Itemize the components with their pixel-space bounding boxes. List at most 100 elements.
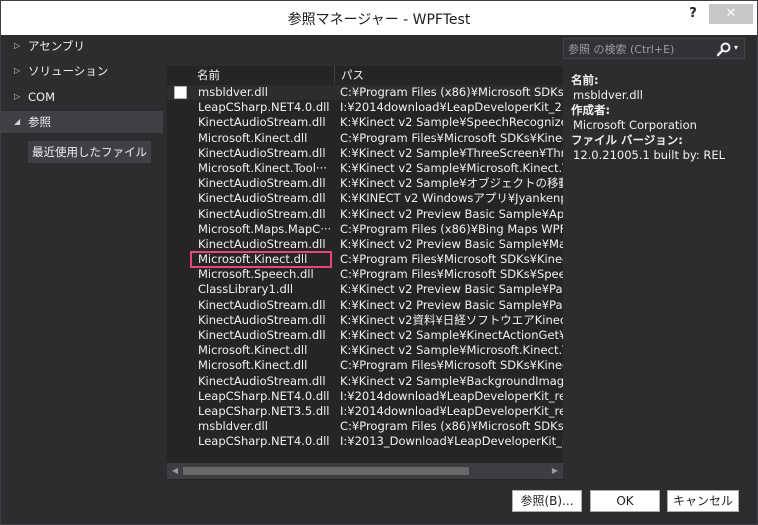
row-name: ClassLibrary1.dll — [198, 282, 294, 297]
column-header-name[interactable]: 名前 — [167, 66, 334, 84]
ok-button[interactable]: OK — [590, 490, 660, 512]
scroll-left-arrow-icon[interactable]: ◀ — [169, 465, 181, 477]
list-row[interactable]: KinectAudioStream.dll K:¥Kinect v2 Sample… — [167, 115, 563, 130]
row-path: C:¥Program Files¥Microsoft SDKs¥Speec — [340, 267, 563, 282]
row-path: K:¥Kinect v2 Sample¥BackgroundImage — [340, 373, 563, 388]
sidebar-item-solution[interactable]: ▷ ソリューション — [1, 60, 163, 82]
include-checkbox[interactable] — [174, 86, 187, 99]
list-row[interactable]: KinectAudioStream.dll K:¥KINECT v2 Window… — [167, 191, 563, 206]
row-path: C:¥Program Files (x86)¥Microsoft SDKs¥ — [340, 419, 563, 434]
row-name: KinectAudioStream.dll — [198, 176, 326, 191]
list-rows: msbldver.dll C:¥Program Files (x86)¥Micro… — [167, 85, 563, 450]
row-path: K:¥Kinect v2 Sample¥ThreeScreen¥Thre — [340, 145, 563, 160]
cancel-button[interactable]: キャンセル — [667, 490, 739, 512]
row-name: LeapCSharp.NET4.0.dll — [198, 434, 330, 449]
row-path: I:¥2013_Download¥LeapDeveloperKit_re — [340, 434, 563, 449]
list-row[interactable]: Microsoft.Kinect.dll C:¥Program Files¥Mic… — [167, 358, 563, 373]
sidebar-item-label: 参照 — [28, 115, 51, 129]
row-path: K:¥Kinect v2 Preview Basic Sample¥Par — [340, 282, 563, 297]
list-row[interactable]: KinectAudioStream.dll K:¥Kinect v2 Sample… — [167, 374, 563, 389]
details-panel: 名前: msbldver.dll 作成者: Microsoft Corporat… — [571, 73, 751, 163]
row-name: KinectAudioStream.dll — [198, 328, 326, 342]
list-row[interactable]: KinectAudioStream.dll K:¥Kinect v2 Sample… — [167, 146, 563, 161]
author-value: Microsoft Corporation — [573, 118, 697, 132]
row-path: I:¥2014download¥LeapDeveloperKit_rel — [340, 388, 563, 403]
sidebar-item-label: ソリューション — [28, 64, 109, 78]
list-row[interactable]: KinectAudioStream.dll K:¥Kinect v2 Previe… — [167, 207, 563, 222]
list-row[interactable]: KinectAudioStream.dll K:¥Kinect v2 Previe… — [167, 237, 563, 252]
row-name: Microsoft.Maps.MapC··· — [198, 221, 332, 236]
row-path: C:¥Program Files (x86)¥Bing Maps WPF — [340, 221, 563, 236]
search-icon[interactable] — [716, 41, 732, 57]
row-path: K:¥Kinect v2 Sample¥SpeechRecognize¥ — [340, 115, 563, 130]
list-row[interactable]: LeapCSharp.NET4.0.dll I:¥2014download¥Lea… — [167, 100, 563, 115]
list-row[interactable]: Microsoft.Kinect.dll C:¥Program Files¥Mic… — [167, 131, 563, 146]
row-path: K:¥Kinect v2 Sample¥Microsoft.Kinect.T — [340, 343, 563, 358]
row-name: KinectAudioStream.dll — [198, 145, 326, 160]
sidebar-item-label: アセンブリ — [28, 39, 85, 53]
sidebar-item-com[interactable]: ▷ COM — [1, 86, 163, 108]
row-name: KinectAudioStream.dll — [198, 312, 326, 327]
row-name: KinectAudioStream.dll — [198, 115, 326, 130]
row-path: K:¥Kinect v2 Preview Basic Sample¥App — [340, 206, 563, 221]
horizontal-scrollbar[interactable]: ◀ ▶ — [167, 463, 563, 479]
row-name: LeapCSharp.NET4.0.dll — [198, 388, 330, 403]
list-row[interactable]: KinectAudioStream.dll K:¥Kinect v2 Previe… — [167, 298, 563, 313]
scroll-right-arrow-icon[interactable]: ▶ — [549, 465, 561, 477]
row-name: Microsoft.Kinect.Tool··· — [198, 160, 327, 175]
reference-list: 名前 パス msbldver.dll C:¥Program Files (x86)… — [167, 66, 563, 480]
row-name: Microsoft.Kinect.dll — [198, 130, 308, 145]
sidebar-item-browse[interactable]: ◢ 参照 — [1, 111, 163, 133]
row-name: KinectAudioStream.dll — [198, 373, 326, 388]
row-name: LeapCSharp.NET3.5.dll — [198, 403, 330, 418]
column-header-row: 名前 パス — [167, 66, 563, 84]
list-row[interactable]: KinectAudioStream.dll K:¥Kinect v2 Sample… — [167, 328, 563, 343]
row-path: K:¥Kinect v2 Sample¥Microsoft.Kinect.T — [340, 160, 563, 175]
list-row[interactable]: Microsoft.Kinect.dll K:¥Kinect v2 Sample¥… — [167, 343, 563, 358]
file-version-label: ファイル バージョン: — [571, 133, 683, 147]
list-row[interactable]: msbldver.dll C:¥Program Files (x86)¥Micro… — [167, 419, 563, 434]
list-row[interactable]: LeapCSharp.NET4.0.dll I:¥2013_Download¥Le… — [167, 434, 563, 449]
row-name: KinectAudioStream.dll — [198, 236, 326, 251]
list-row[interactable]: LeapCSharp.NET3.5.dll I:¥2014download¥Lea… — [167, 404, 563, 419]
list-row[interactable]: KinectAudioStream.dll K:¥Kinect v2資料¥日経ソフ… — [167, 313, 563, 328]
list-row[interactable]: Microsoft.Kinect.Tool··· K:¥Kinect v2 Sam… — [167, 161, 563, 176]
list-row[interactable]: KinectAudioStream.dll K:¥Kinect v2 Sample… — [167, 176, 563, 191]
browse-button[interactable]: 参照(B)... — [512, 490, 582, 512]
sidebar-item-assemblies[interactable]: ▷ アセンブリ — [1, 35, 163, 57]
row-path: C:¥Program Files¥Microsoft SDKs¥Kinec — [340, 358, 563, 373]
help-button[interactable]: ? — [683, 6, 703, 26]
search-options-dropdown-icon[interactable]: ▾ — [734, 43, 738, 52]
row-path: I:¥2014download¥LeapDeveloperKit_rel — [340, 403, 563, 418]
row-path: K:¥Kinect v2 Sample¥オブジェクトの移動¥Ki — [340, 176, 563, 191]
row-name: Microsoft.Kinect.dll — [198, 252, 308, 267]
sidebar: ▷ アセンブリ ▷ ソリューション ▷ COM ◢ 参照 最近使用したファイル — [1, 35, 163, 482]
file-version-value: 12.0.21005.1 built by: REL — [573, 148, 726, 162]
row-path: I:¥2014download¥LeapDeveloperKit_2.0 — [340, 100, 563, 115]
list-row[interactable]: ClassLibrary1.dll K:¥Kinect v2 Preview Ba… — [167, 282, 563, 297]
row-name: KinectAudioStream.dll — [198, 206, 326, 221]
list-row[interactable]: LeapCSharp.NET4.0.dll I:¥2014download¥Lea… — [167, 389, 563, 404]
sidebar-item-label: COM — [28, 90, 56, 104]
column-header-path[interactable]: パス — [334, 66, 563, 84]
list-row[interactable]: msbldver.dll C:¥Program Files (x86)¥Micro… — [167, 85, 563, 101]
row-name: LeapCSharp.NET4.0.dll — [198, 100, 330, 115]
row-path: C:¥Program Files (x86)¥Microsoft SDKs¥ — [340, 85, 563, 99]
window-title: 参照マネージャー - WPFTest — [287, 12, 471, 28]
close-button[interactable]: ✕ — [709, 4, 753, 24]
list-row[interactable]: Microsoft.Kinect.dll C:¥Program Files¥Mic… — [167, 252, 563, 267]
row-name: Microsoft.Kinect.dll — [198, 358, 308, 373]
search-box[interactable]: ▾ — [563, 38, 745, 59]
list-row[interactable]: Microsoft.Speech.dll C:¥Program Files¥Mic… — [167, 267, 563, 282]
row-path: K:¥Kinect v2 Sample¥KinectActionGet¥K — [340, 328, 563, 342]
row-name: Microsoft.Kinect.dll — [198, 343, 308, 358]
row-path: K:¥Kinect v2 Preview Basic Sample¥Pair — [340, 297, 563, 312]
title-bar: 参照マネージャー - WPFTest ? ✕ — [1, 1, 757, 35]
search-input[interactable] — [568, 41, 708, 57]
sidebar-subitem-recent-files[interactable]: 最近使用したファイル — [28, 141, 151, 163]
row-path: K:¥Kinect v2資料¥日経ソフトウエアKinect v — [340, 312, 563, 327]
row-name: msbldver.dll — [198, 85, 268, 99]
list-row[interactable]: Microsoft.Maps.MapC··· C:¥Program Files (… — [167, 222, 563, 237]
scroll-thumb[interactable] — [183, 467, 469, 475]
row-path: C:¥Program Files¥Microsoft SDKs¥Kinec — [340, 130, 563, 145]
